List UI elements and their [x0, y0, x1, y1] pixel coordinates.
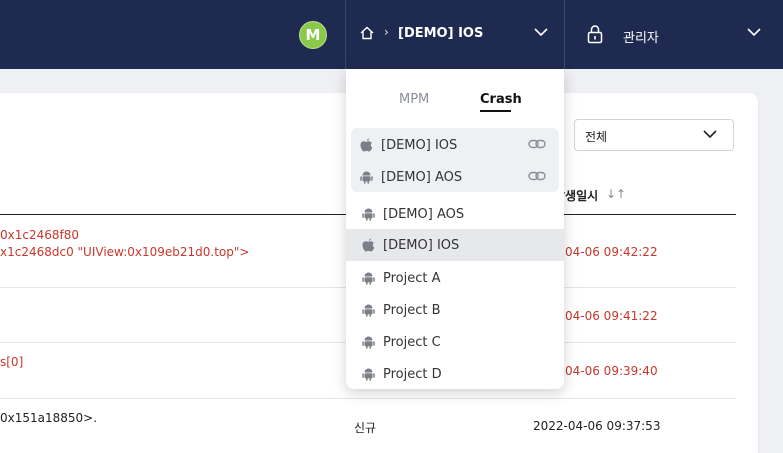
- project-dropdown: MPM Crash [DEMO] IOS [DEMO] AOS [DEMO] A…: [346, 69, 564, 389]
- chevron-down-icon: [747, 28, 761, 37]
- tab-mpm[interactable]: MPM: [399, 92, 429, 107]
- table-row-status: 신규: [354, 421, 377, 435]
- project-item-demo-ios[interactable]: [DEMO] IOS: [346, 229, 564, 261]
- project-item-project-c[interactable]: Project C: [346, 326, 564, 358]
- top-bar: M › [DEMO] IOS 관리자: [0, 0, 783, 69]
- avatar[interactable]: M: [299, 21, 327, 49]
- breadcrumb-arrow: ›: [384, 25, 389, 39]
- project-item-project-b[interactable]: Project B: [346, 294, 564, 326]
- link-icon[interactable]: [528, 139, 546, 149]
- link-icon[interactable]: [528, 171, 546, 181]
- lock-icon: [587, 25, 603, 44]
- favorite-item-demo-aos[interactable]: [DEMO] AOS: [346, 161, 564, 193]
- project-label: [DEMO] AOS: [383, 207, 465, 222]
- chevron-down-icon: [703, 130, 717, 139]
- avatar-initial: M: [305, 26, 321, 44]
- current-project-name: [DEMO] IOS: [398, 26, 484, 41]
- sort-icon[interactable]: ↓↑: [606, 187, 626, 201]
- project-label: Project D: [383, 367, 442, 382]
- table-row-message: s[0]: [0, 355, 24, 369]
- project-label: Project A: [383, 271, 441, 286]
- android-icon: [360, 171, 373, 184]
- android-icon: [362, 336, 375, 349]
- project-label: Project C: [383, 335, 441, 350]
- project-item-demo-aos[interactable]: [DEMO] AOS: [346, 198, 564, 230]
- status-filter-select[interactable]: 전체: [574, 119, 734, 151]
- table-row-message: 0x151a18850>.: [0, 411, 98, 425]
- favorite-item-demo-ios[interactable]: [DEMO] IOS: [346, 129, 564, 161]
- project-label: [DEMO] IOS: [383, 238, 460, 253]
- filter-value: 전체: [585, 130, 608, 144]
- table-row-date: 04-06 09:39:40: [565, 364, 658, 378]
- table-row-date: 04-06 09:42:22: [565, 245, 658, 259]
- project-selector[interactable]: › [DEMO] IOS: [346, 0, 564, 69]
- tab-crash[interactable]: Crash: [480, 92, 522, 107]
- home-icon: [360, 26, 374, 40]
- active-tab-indicator: [480, 110, 511, 112]
- project-item-project-d[interactable]: Project D: [346, 358, 564, 389]
- apple-icon: [360, 138, 373, 152]
- android-icon: [362, 304, 375, 317]
- apple-icon: [362, 238, 375, 252]
- android-icon: [362, 368, 375, 381]
- project-label: Project B: [383, 303, 441, 318]
- user-name: 관리자: [623, 31, 659, 46]
- table-row-date: 2022-04-06 09:37:53: [533, 419, 661, 433]
- user-menu[interactable]: 관리자: [565, 0, 783, 69]
- project-label: [DEMO] IOS: [381, 138, 458, 153]
- android-icon: [362, 208, 375, 221]
- row-divider: [0, 398, 736, 399]
- chevron-down-icon: [534, 28, 548, 37]
- android-icon: [362, 272, 375, 285]
- project-item-project-a[interactable]: Project A: [346, 262, 564, 294]
- table-row-message: 0x1c2468f80: [0, 228, 80, 242]
- table-row-message: x1c2468dc0 "UIView:0x109eb21d0.top">: [0, 245, 250, 259]
- project-label: [DEMO] AOS: [381, 170, 463, 185]
- table-row-date: 04-06 09:41:22: [565, 309, 658, 323]
